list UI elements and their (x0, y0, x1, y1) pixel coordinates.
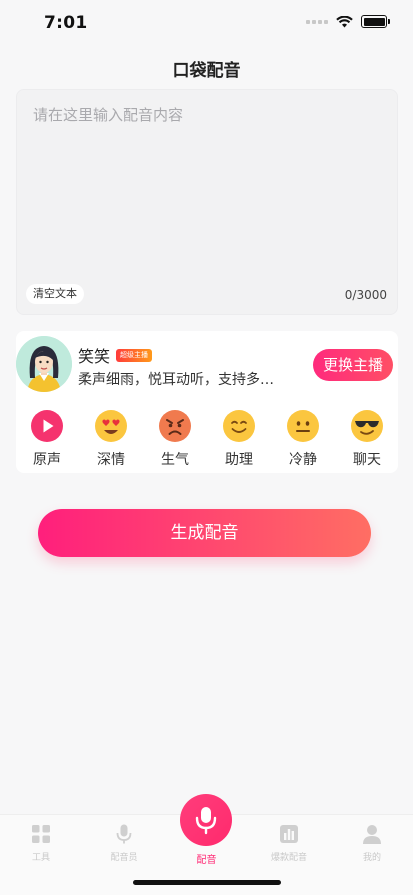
emotion-item-calm[interactable]: 冷静 (283, 409, 323, 469)
tab-mine[interactable]: 我的 (331, 823, 413, 863)
emotion-label: 冷静 (289, 452, 317, 468)
voice-name-row: 笑笑 超级主播 (78, 343, 153, 367)
mic-icon (195, 807, 217, 835)
chart-icon (280, 825, 298, 843)
emotion-item-chat[interactable]: 聊天 (347, 409, 387, 469)
tab-label: 爆款配音 (270, 853, 307, 863)
emotion-label: 深情 (97, 452, 125, 468)
grid-icon (32, 825, 50, 843)
page-title: 口袋配音 (172, 61, 241, 81)
emotion-label: 聊天 (353, 452, 381, 468)
emotion-label: 生气 (161, 452, 189, 468)
generate-dubbing-button[interactable]: 生成配音 (38, 509, 371, 557)
heart-eyes-icon (95, 410, 127, 442)
neutral-face-icon (287, 410, 319, 442)
clear-text-button[interactable]: 清空文本 (26, 284, 84, 304)
text-editor-card: 清空文本 0/3000 (16, 89, 398, 315)
dubbing-text-input[interactable] (17, 90, 397, 280)
angry-face-icon (159, 410, 191, 442)
emotion-label: 原声 (33, 452, 61, 468)
battery-icon (361, 15, 390, 28)
emotion-item-original[interactable]: 原声 (27, 409, 67, 469)
tab-dubbing[interactable] (180, 794, 232, 846)
signal-icon (306, 19, 328, 24)
voice-description: 柔声细雨，悦耳动听，支持多… (78, 372, 274, 388)
emotion-item-assistant[interactable]: 助理 (219, 409, 259, 469)
emotion-item-affectionate[interactable]: 深情 (91, 409, 131, 469)
mic-icon (116, 824, 132, 844)
emotion-item-angry[interactable]: 生气 (155, 409, 195, 469)
tab-trending[interactable]: 爆款配音 (248, 823, 330, 863)
voice-name: 笑笑 (78, 347, 111, 366)
smile-face-icon (223, 410, 255, 442)
voice-badge: 超级主播 (116, 348, 153, 362)
status-time: 7:01 (44, 13, 88, 33)
person-icon (363, 825, 381, 844)
sunglasses-face-icon (351, 410, 383, 442)
tab-label: 我的 (362, 853, 381, 863)
avatar[interactable] (16, 336, 72, 392)
wifi-icon (336, 15, 353, 27)
status-bar: 7:01 (0, 0, 413, 48)
char-count: 0/3000 (344, 288, 387, 302)
home-indicator (133, 880, 281, 885)
play-icon (31, 410, 63, 442)
voice-card: 笑笑 超级主播 柔声细雨，悦耳动听，支持多… 更换主播 原声 深情 生气 助理 … (16, 331, 398, 473)
status-icons (306, 15, 390, 28)
emotion-label: 助理 (225, 452, 253, 468)
change-voice-button[interactable]: 更换主播 (313, 349, 393, 381)
emotion-list: 原声 深情 生气 助理 冷静 聊天 (16, 409, 398, 469)
